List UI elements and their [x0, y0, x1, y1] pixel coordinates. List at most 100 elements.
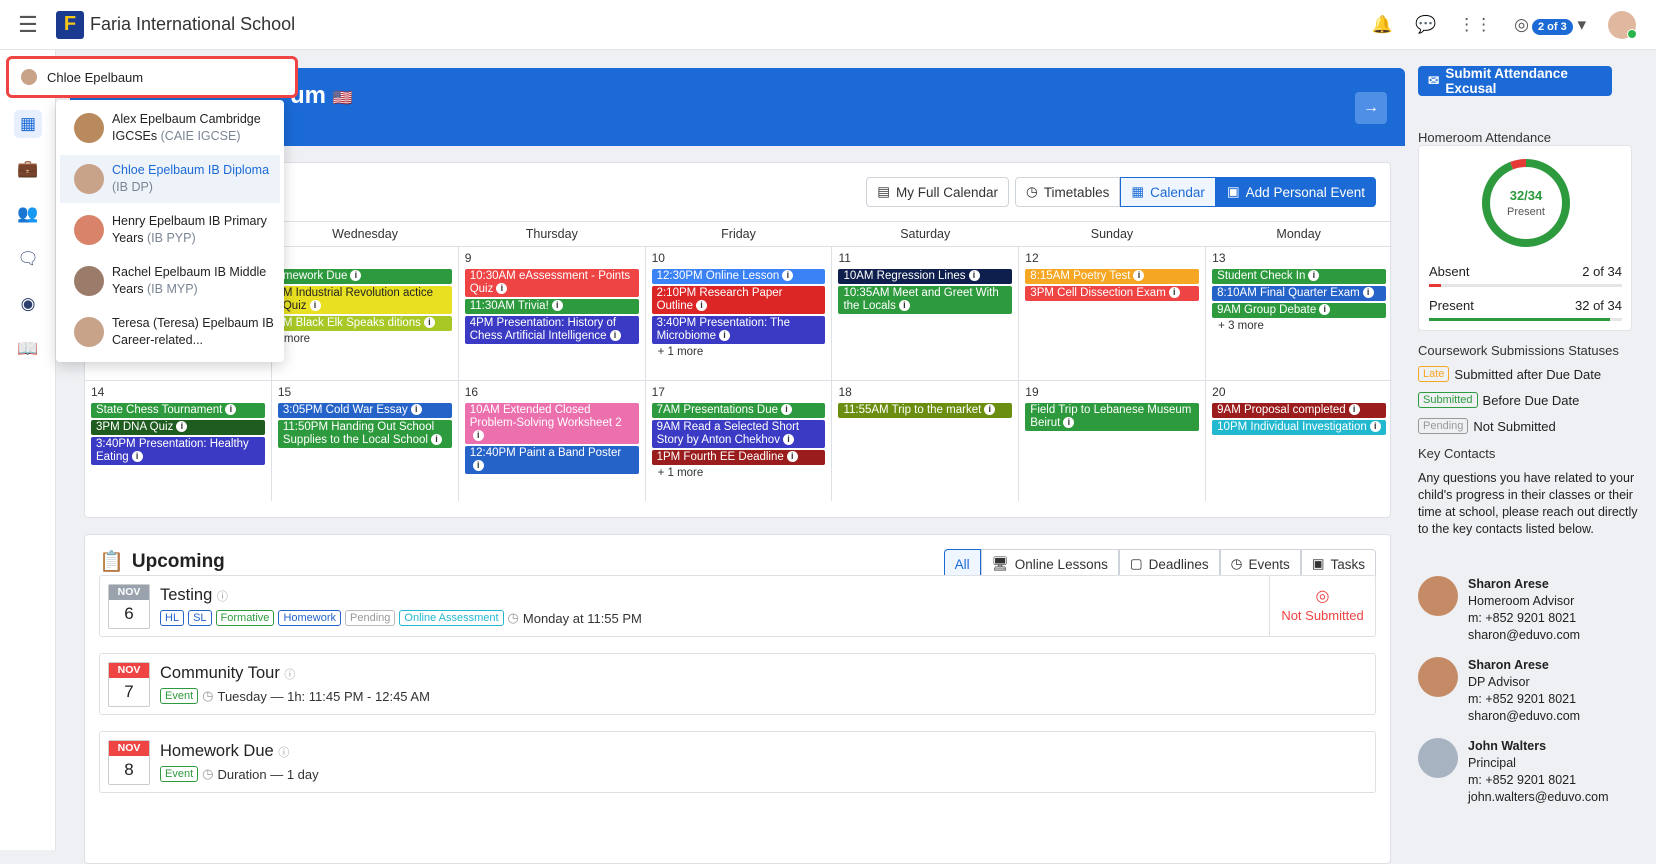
calendar-button[interactable]: ▦ Calendar — [1120, 177, 1216, 207]
calendar-event[interactable]: 12:30PM Online Lesson i — [651, 269, 826, 284]
calendar-event[interactable]: 4PM Presentation: History of Chess Artif… — [464, 316, 639, 344]
people-icon[interactable]: 👥 — [14, 200, 42, 228]
info-icon[interactable]: i — [423, 317, 435, 329]
calendar-event[interactable]: 3:05PM Cold War Essay i — [277, 403, 452, 418]
info-icon[interactable]: i — [781, 404, 793, 416]
contact-email[interactable]: sharon@eduvo.com — [1468, 708, 1580, 725]
info-icon[interactable]: i — [1063, 417, 1075, 429]
calendar-event[interactable]: 10:30AM eAssessment - Points Quiz i — [464, 269, 639, 297]
info-icon[interactable]: i — [472, 430, 484, 442]
more-link[interactable]: more — [278, 333, 452, 345]
calendar-event[interactable]: M Black Elk Speaks ditions i — [277, 316, 452, 331]
info-icon[interactable]: i — [786, 451, 798, 463]
info-icon[interactable]: i — [350, 270, 362, 282]
calendar-day[interactable]: 9 10:30AM eAssessment - Points Quiz i 11:30… — [459, 247, 646, 380]
calendar-event[interactable]: 11:30AM Trivia! i — [464, 299, 639, 314]
calendar-event[interactable]: State Chess Tournament i — [91, 403, 265, 418]
info-icon[interactable]: i — [309, 300, 321, 312]
child-option[interactable]: Alex Epelbaum Cambridge IGCSEs (CAIE IGC… — [60, 104, 280, 152]
calendar-day[interactable]: 11 10AM Regression Lines i 10:35AM Meet and… — [832, 247, 1020, 380]
more-link[interactable]: + 1 more — [652, 467, 826, 479]
child-option[interactable]: Henry Epelbaum IB Primary Years (IB PYP) — [60, 206, 280, 254]
info-icon[interactable]: i — [1319, 304, 1331, 316]
info-icon[interactable]: i — [551, 300, 563, 312]
calendar-event[interactable]: 12:40PM Paint a Band Posteri — [464, 446, 639, 474]
calendar-event[interactable]: mework Due i — [277, 269, 452, 284]
contact-email[interactable]: john.walters@eduvo.com — [1468, 789, 1609, 806]
calendar-day[interactable]: 19 Field Trip to Lebanese Museum Beirut i — [1019, 381, 1207, 501]
child-selector[interactable]: Chloe Epelbaum — [6, 56, 298, 98]
calendar-day[interactable]: 20 9AM Proposal completed i 10PM Individual… — [1206, 381, 1392, 501]
book-icon[interactable]: 📖 — [14, 335, 42, 363]
add-personal-event-button[interactable]: ▣ Add Personal Event — [1215, 177, 1376, 207]
chat-icon[interactable]: 💬 — [1415, 15, 1436, 35]
calendar-event[interactable]: M Industrial Revolution actice Quiz i — [277, 286, 452, 314]
calendar-event[interactable]: 10PM Individual Investigation i — [1212, 420, 1387, 435]
info-icon[interactable]: i — [968, 270, 980, 282]
info-icon[interactable]: i — [176, 421, 188, 433]
info-icon[interactable]: i — [1348, 404, 1360, 416]
calendar-event[interactable]: 9AM Read a Selected Short Story by Anton… — [651, 420, 826, 448]
info-icon[interactable]: ⓘ — [217, 591, 228, 603]
calendar-day[interactable]: 17 7AM Presentations Due i 9AM Read a Selec… — [646, 381, 833, 501]
calendar-event[interactable]: 10AM Regression Lines i — [838, 269, 1013, 284]
child-switcher[interactable]: ◎ 2 of 3 ▾ — [1514, 15, 1586, 35]
calendar-day[interactable]: 16 10AM Extended Closed Problem-Solving W… — [459, 381, 646, 501]
calendar-event[interactable]: 3:40PM Presentation: Healthy Eating i — [91, 437, 265, 465]
info-icon[interactable]: i — [431, 434, 442, 446]
calendar-day[interactable]: 13 Student Check In i 8:10AM Final Quarter … — [1206, 247, 1392, 380]
calendar-day[interactable]: 15 3:05PM Cold War Essay i 11:50PM Handing … — [272, 381, 459, 501]
calendar-event[interactable]: 3:40PM Presentation: The Microbiome i — [651, 316, 826, 344]
submit-attendance-excusal-button[interactable]: ✉ Submit Attendance Excusal — [1418, 66, 1612, 96]
calendar-event[interactable]: Student Check In i — [1212, 269, 1387, 284]
calendar-event[interactable]: 10AM Extended Closed Problem-Solving Wor… — [464, 403, 639, 444]
info-icon[interactable]: i — [609, 330, 621, 342]
bell-icon[interactable]: 🔔 — [1372, 15, 1393, 35]
child-option[interactable]: Rachel Epelbaum IB Middle Years (IB MYP) — [60, 257, 280, 305]
calendar-day[interactable]: 12 8:15AM Poetry Test i 3PM Cell Dissection… — [1019, 247, 1207, 380]
calendar-event[interactable]: 8:15AM Poetry Test i — [1025, 269, 1200, 284]
profile-icon[interactable]: ◉ — [14, 290, 42, 318]
calendar-event[interactable]: 10:35AM Meet and Greet With the Locals i — [838, 286, 1013, 314]
arrow-right-icon[interactable]: → — [1355, 92, 1387, 124]
info-icon[interactable]: i — [225, 404, 237, 416]
user-avatar[interactable] — [1608, 11, 1637, 39]
info-icon[interactable]: i — [1133, 270, 1145, 282]
info-icon[interactable]: i — [410, 404, 422, 416]
full-calendar-button[interactable]: ▤ My Full Calendar — [866, 177, 1010, 207]
info-icon[interactable]: i — [1362, 287, 1374, 299]
info-icon[interactable]: i — [472, 460, 484, 472]
calendar-event[interactable]: 11:50PM Handing Out School Supplies to t… — [277, 420, 452, 448]
info-icon[interactable]: i — [719, 330, 731, 342]
info-icon[interactable]: i — [782, 270, 794, 282]
calendar-day[interactable]: 10 12:30PM Online Lesson i 2:10PM Research … — [646, 247, 833, 380]
info-icon[interactable]: i — [1168, 287, 1180, 299]
upcoming-card[interactable]: NOV 7 Community Tour ⓘ Event ◷ Tuesday — 1h… — [99, 653, 1376, 715]
info-icon[interactable]: i — [782, 434, 794, 446]
contact-phone[interactable]: m: +852 9201 8021 — [1468, 772, 1609, 789]
apps-grid-icon[interactable]: ⋮⋮ — [1458, 15, 1492, 35]
info-icon[interactable]: i — [131, 451, 143, 463]
calendar-event[interactable]: 1PM Fourth EE Deadline i — [651, 450, 826, 465]
calendar-event[interactable]: 8:10AM Final Quarter Exam i — [1212, 286, 1387, 301]
calendar-event[interactable]: 9AM Proposal completed i — [1212, 403, 1387, 418]
timetables-button[interactable]: ◷ Timetables — [1015, 177, 1121, 207]
info-icon[interactable]: i — [1308, 270, 1320, 282]
calendar-event[interactable]: 7AM Presentations Due i — [651, 403, 826, 418]
contact-phone[interactable]: m: +852 9201 8021 — [1468, 610, 1580, 627]
calendar-event[interactable]: 9AM Group Debate i — [1212, 303, 1387, 318]
more-link[interactable]: + 1 more — [652, 346, 826, 358]
contact-email[interactable]: sharon@eduvo.com — [1468, 627, 1580, 644]
info-icon[interactable]: i — [1369, 421, 1381, 433]
calendar-day[interactable]: 14 State Chess Tournament i 3PM DNA Quiz i 3:… — [85, 381, 272, 501]
briefcase-icon[interactable]: 💼 — [14, 155, 42, 183]
calendar-event[interactable]: 2:10PM Research Paper Outline i — [651, 286, 826, 314]
info-icon[interactable]: ⓘ — [284, 669, 295, 681]
upcoming-card[interactable]: NOV 6 Testing ⓘ HL SL Formative Homework … — [99, 575, 1376, 637]
calendar-event[interactable]: Field Trip to Lebanese Museum Beirut i — [1025, 403, 1200, 431]
more-link[interactable]: + 3 more — [1212, 320, 1386, 332]
info-icon[interactable]: i — [898, 300, 910, 312]
contact-phone[interactable]: m: +852 9201 8021 — [1468, 691, 1580, 708]
calendar-day[interactable]: 18 11:55AM Trip to the market i — [832, 381, 1020, 501]
child-option[interactable]: Teresa (Teresa) Epelbaum IB Career-relat… — [60, 308, 280, 356]
